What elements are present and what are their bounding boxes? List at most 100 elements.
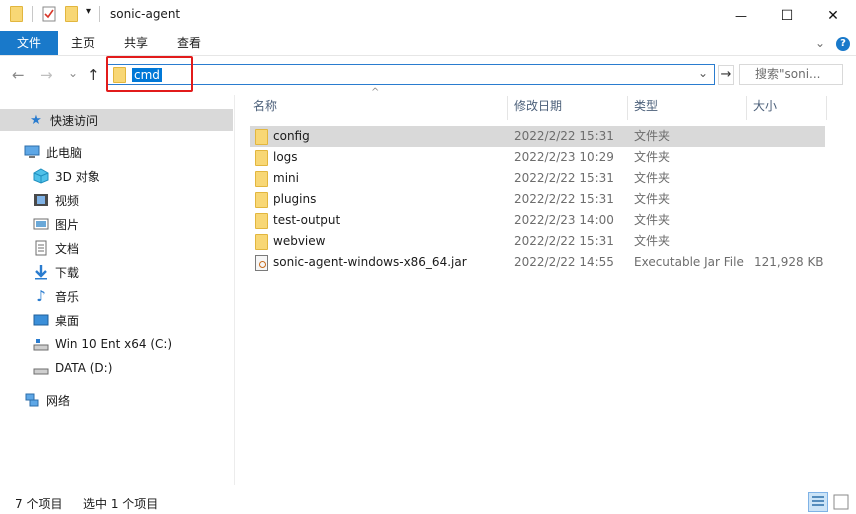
folder-icon: [255, 129, 268, 145]
computer-icon: [24, 144, 40, 160]
forward-button[interactable]: →: [40, 66, 53, 84]
up-button[interactable]: ↑: [87, 66, 100, 84]
tab-home[interactable]: 主页: [63, 31, 103, 55]
item-count: 7 个项目: [15, 497, 63, 511]
sidebar-item-label: 桌面: [55, 313, 80, 328]
file-date: 2022/2/22 14:55: [514, 255, 614, 269]
file-row[interactable]: config 2022/2/22 15:31 文件夹: [250, 126, 825, 147]
customize-toolbar-dropdown[interactable]: ▾: [86, 6, 91, 17]
file-name: config: [273, 129, 310, 143]
sidebar-item-label: Win 10 Ent x64 (C:): [55, 337, 173, 351]
sidebar-item-pictures[interactable]: 图片: [33, 213, 79, 235]
sidebar-item-label: 音乐: [55, 289, 80, 304]
file-date: 2022/2/23 10:29: [514, 150, 614, 164]
file-type: 文件夹: [634, 192, 671, 206]
sidebar-item-drive-d[interactable]: DATA (D:): [33, 357, 112, 379]
download-icon: [33, 264, 49, 280]
sidebar-item-label: 网络: [46, 393, 71, 408]
document-icon: [33, 240, 49, 256]
expand-ribbon-icon[interactable]: ⌄: [812, 31, 828, 55]
sidebar-item-documents[interactable]: 文档: [33, 237, 79, 259]
folder-icon: [255, 234, 268, 250]
tab-share[interactable]: 共享: [116, 31, 156, 55]
file-date: 2022/2/22 15:31: [514, 171, 614, 185]
picture-icon: [33, 216, 49, 232]
tab-file[interactable]: 文件: [0, 31, 58, 55]
help-icon[interactable]: ?: [836, 37, 850, 51]
file-date: 2022/2/22 15:31: [514, 129, 614, 143]
network-icon: [24, 392, 40, 408]
tab-view[interactable]: 查看: [169, 31, 209, 55]
separator: [99, 6, 100, 22]
title-bar: ▾ sonic-agent — ☐ ✕: [0, 0, 856, 31]
new-folder-icon[interactable]: [65, 6, 78, 22]
folder-icon: [10, 6, 23, 22]
file-type: 文件夹: [634, 150, 671, 164]
file-row[interactable]: test-output 2022/2/23 14:00 文件夹: [250, 210, 825, 231]
close-button[interactable]: ✕: [810, 0, 856, 31]
sidebar-item-quick-access[interactable]: ★ 快速访问: [0, 109, 233, 131]
recent-locations-button[interactable]: ⌄: [68, 66, 78, 80]
file-type: 文件夹: [634, 171, 671, 185]
sidebar-item-downloads[interactable]: 下载: [33, 261, 79, 283]
sidebar-item-label: 图片: [55, 217, 80, 232]
file-row[interactable]: mini 2022/2/22 15:31 文件夹: [250, 168, 825, 189]
folder-icon: [255, 171, 268, 187]
sidebar-item-drive-c[interactable]: Win 10 Ent x64 (C:): [33, 333, 172, 355]
file-name: sonic-agent-windows-x86_64.jar: [273, 255, 467, 269]
file-name: webview: [273, 234, 326, 248]
sidebar-item-desktop[interactable]: 桌面: [33, 309, 79, 331]
file-type: Executable Jar File: [634, 255, 744, 269]
sidebar-item-3d-objects[interactable]: 3D 对象: [33, 165, 100, 187]
sidebar-item-label: 下载: [55, 265, 80, 280]
search-input[interactable]: 搜索"soni...: [739, 64, 843, 85]
sidebar-item-label: 快速访问: [50, 113, 99, 128]
jar-file-icon: [255, 255, 268, 271]
address-dropdown-icon[interactable]: ⌄: [698, 66, 708, 80]
column-header-name[interactable]: 名称: [249, 96, 508, 120]
minimize-button[interactable]: —: [718, 0, 764, 31]
file-row[interactable]: webview 2022/2/22 15:31 文件夹: [250, 231, 825, 252]
file-date: 2022/2/23 14:00: [514, 213, 614, 227]
drive-icon: [33, 336, 49, 352]
sidebar-item-this-pc[interactable]: 此电脑: [24, 141, 82, 163]
file-date: 2022/2/22 15:31: [514, 192, 614, 206]
selection-count: 选中 1 个项目: [83, 497, 159, 511]
film-icon: [33, 192, 49, 208]
file-type: 文件夹: [634, 129, 671, 143]
file-name: test-output: [273, 213, 341, 227]
maximize-button[interactable]: ☐: [764, 0, 810, 31]
file-row[interactable]: plugins 2022/2/22 15:31 文件夹: [250, 189, 825, 210]
pane-divider[interactable]: [234, 95, 235, 485]
column-header-size[interactable]: 大小: [749, 96, 827, 120]
ribbon: 文件 主页 共享 查看 ⌄ ?: [0, 31, 856, 56]
file-row[interactable]: sonic-agent-windows-x86_64.jar 2022/2/22…: [250, 252, 825, 273]
window-title: sonic-agent: [110, 7, 181, 21]
column-header-date[interactable]: 修改日期: [510, 96, 628, 120]
properties-icon[interactable]: [42, 6, 56, 22]
sidebar-item-label: 3D 对象: [55, 169, 100, 184]
desktop-icon: [33, 312, 49, 328]
details-view-icon: [812, 496, 824, 506]
separator: [32, 6, 33, 22]
large-icons-view-button[interactable]: [831, 492, 851, 512]
file-type: 文件夹: [634, 213, 671, 227]
back-button[interactable]: ←: [12, 66, 25, 84]
sidebar-item-network[interactable]: 网络: [24, 389, 70, 411]
folder-icon: [255, 213, 268, 229]
music-icon: ♪: [36, 287, 46, 305]
file-date: 2022/2/22 15:31: [514, 234, 614, 248]
file-name: logs: [273, 150, 298, 164]
address-bar[interactable]: cmd ⌄: [107, 64, 715, 85]
go-button[interactable]: →: [718, 65, 734, 85]
column-header-type[interactable]: 类型: [630, 96, 747, 120]
sidebar-item-videos[interactable]: 视频: [33, 189, 79, 211]
file-row[interactable]: logs 2022/2/23 10:29 文件夹: [250, 147, 825, 168]
sidebar-item-label: 视频: [55, 193, 80, 208]
sidebar-item-label: 文档: [55, 241, 80, 256]
sidebar-item-music[interactable]: ♪ 音乐: [33, 285, 79, 307]
file-name: plugins: [273, 192, 317, 206]
file-name: mini: [273, 171, 299, 185]
details-view-button[interactable]: [808, 492, 828, 512]
star-icon: ★: [30, 112, 42, 128]
